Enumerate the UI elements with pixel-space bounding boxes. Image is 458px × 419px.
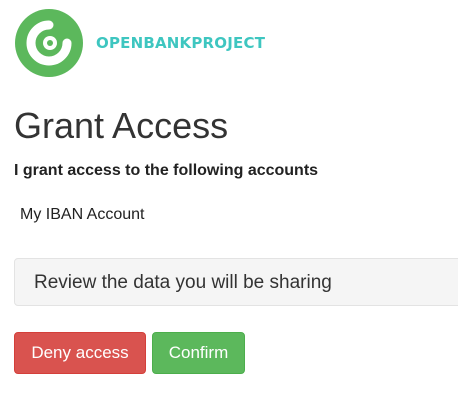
deny-access-button[interactable]: Deny access <box>14 332 146 374</box>
consent-page: OPENBANKPROJECT Grant Access I grant acc… <box>0 0 458 419</box>
brand-header: OPENBANKPROJECT <box>14 8 265 78</box>
page-title: Grant Access <box>14 105 229 146</box>
brand-wordmark: OPENBANKPROJECT <box>96 34 266 52</box>
confirm-button[interactable]: Confirm <box>152 332 245 374</box>
account-list-item: My IBAN Account <box>20 206 145 223</box>
open-bank-project-logo-icon <box>15 9 83 77</box>
review-data-label: Review the data you will be sharing <box>34 272 332 293</box>
review-data-panel[interactable]: Review the data you will be sharing <box>14 258 458 306</box>
grant-access-subtitle: I grant access to the following accounts <box>14 162 319 179</box>
